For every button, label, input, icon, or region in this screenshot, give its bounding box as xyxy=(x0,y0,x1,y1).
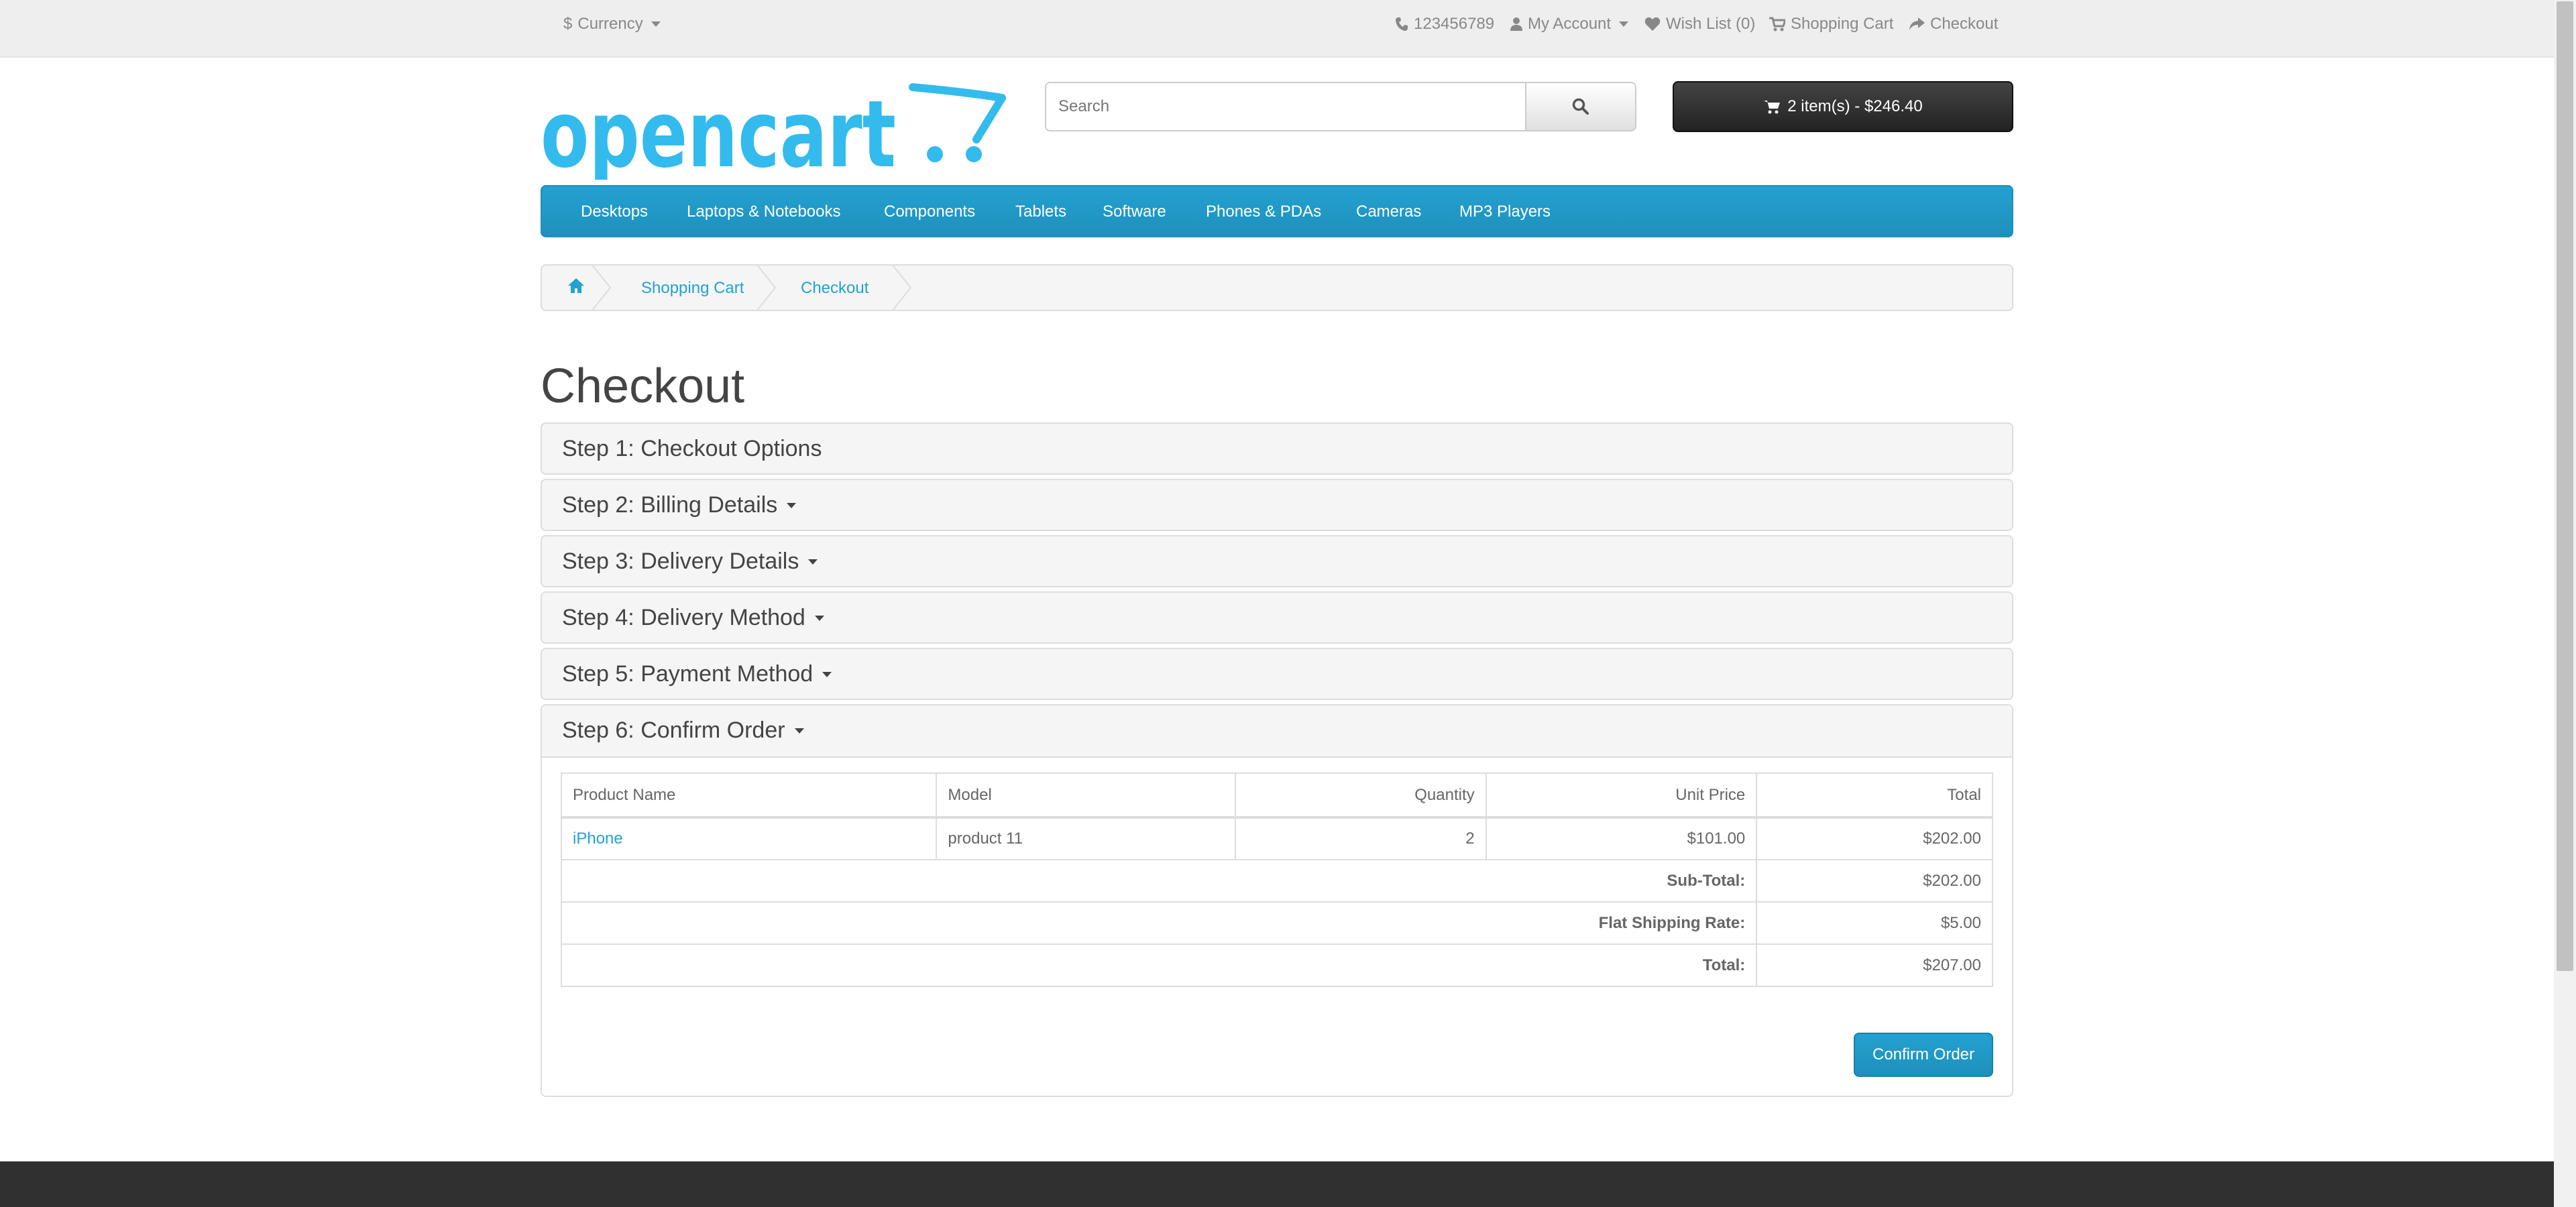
breadcrumb-checkout[interactable]: Checkout xyxy=(801,279,869,298)
currency-dropdown[interactable]: $ Currency xyxy=(563,15,661,34)
cart-button[interactable]: 2 item(s) - $246.40 xyxy=(1673,81,2013,132)
header-unit-price: Unit Price xyxy=(1485,772,1758,819)
currency-symbol: $ xyxy=(563,15,573,33)
breadcrumb-separator xyxy=(592,266,612,310)
heart-icon xyxy=(1644,17,1661,31)
step-3-panel[interactable]: Step 3: Delivery Details xyxy=(541,535,2013,587)
breadcrumb: Shopping Cart Checkout xyxy=(541,264,2013,311)
breadcrumb-separator xyxy=(892,266,912,310)
my-account-label: My Account xyxy=(1528,15,1612,33)
wishlist-link[interactable]: Wish List (0) xyxy=(1644,15,1755,34)
currency-label: Currency xyxy=(577,15,643,33)
home-icon xyxy=(568,278,584,293)
shipping-value: $5.00 xyxy=(1756,901,1993,945)
step-4-panel[interactable]: Step 4: Delivery Method xyxy=(541,591,2013,644)
step-5-panel[interactable]: Step 5: Payment Method xyxy=(541,648,2013,700)
footer xyxy=(0,1161,2554,1207)
scrollbar[interactable] xyxy=(2554,0,2576,1207)
menu-item-software[interactable]: Software xyxy=(1103,203,1166,221)
cart-summary: 2 item(s) - $246.40 xyxy=(1787,97,1923,115)
chevron-down-icon xyxy=(1619,21,1629,27)
chevron-down-icon xyxy=(822,671,832,677)
share-icon xyxy=(1909,17,1925,30)
breadcrumb-separator xyxy=(757,266,777,310)
step-6-header[interactable]: Step 6: Confirm Order xyxy=(542,705,2012,758)
chevron-down-icon xyxy=(794,728,804,734)
my-account-dropdown[interactable]: My Account xyxy=(1510,15,1629,34)
product-unit-price: $101.00 xyxy=(1485,817,1758,860)
breadcrumb-shopping-cart[interactable]: Shopping Cart xyxy=(641,279,744,298)
subtotal-row: Sub-Total: $202.00 xyxy=(560,859,1993,903)
step-2-title: Step 2: Billing Details xyxy=(562,492,778,518)
step-4-title: Step 4: Delivery Method xyxy=(562,605,805,630)
logo-text: opencart xyxy=(541,80,896,180)
phone-icon xyxy=(1396,17,1408,31)
header-quantity: Quantity xyxy=(1234,772,1487,819)
step-5-title: Step 5: Payment Method xyxy=(562,661,814,687)
confirm-order-label: Confirm Order xyxy=(1872,1045,1975,1064)
step-2-panel[interactable]: Step 2: Billing Details xyxy=(541,479,2013,531)
step-6-title: Step 6: Confirm Order xyxy=(562,717,785,743)
logo-graphic: opencart xyxy=(541,80,1006,188)
subtotal-value: $202.00 xyxy=(1756,859,1993,903)
menu-item-mp3-players[interactable]: MP3 Players xyxy=(1459,203,1551,221)
user-icon xyxy=(1510,17,1522,31)
wishlist-label: Wish List (0) xyxy=(1666,15,1756,33)
cart-icon xyxy=(1769,17,1785,32)
shopping-cart-label: Shopping Cart xyxy=(1791,15,1894,33)
header-total: Total xyxy=(1756,772,1993,819)
menu-item-components[interactable]: Components xyxy=(884,203,975,221)
total-label: Total: xyxy=(560,943,1758,987)
subtotal-label: Sub-Total: xyxy=(560,859,1758,903)
page-title: Checkout xyxy=(541,359,745,413)
cart-icon xyxy=(1764,101,1781,114)
menu-item-desktops[interactable]: Desktops xyxy=(581,203,648,221)
product-model: product 11 xyxy=(936,817,1236,860)
product-link[interactable]: iPhone xyxy=(573,829,623,848)
top-bar: $ Currency 123456789 My Account Wish Lis… xyxy=(0,0,2554,58)
table-header-row: Product Name Model Quantity Unit Price T… xyxy=(560,772,1993,819)
shopping-cart-link[interactable]: Shopping Cart xyxy=(1769,15,1893,34)
opencart-logo[interactable]: opencart xyxy=(541,79,1007,188)
phone-link[interactable]: 123456789 xyxy=(1395,15,1494,34)
main-menu: Desktops Laptops & Notebooks Components … xyxy=(541,185,2013,237)
scrollbar-thumb[interactable] xyxy=(2557,1,2573,971)
search-input[interactable] xyxy=(1045,82,1526,131)
header-model: Model xyxy=(936,772,1236,819)
total-row: Total: $207.00 xyxy=(560,943,1993,987)
search-button[interactable] xyxy=(1526,82,1636,131)
header-product-name: Product Name xyxy=(560,772,938,819)
chevron-down-icon xyxy=(814,615,824,621)
checkout-label: Checkout xyxy=(1930,15,1999,33)
chevron-down-icon xyxy=(787,502,797,508)
table-row: iPhone product 11 2 $101.00 $202.00 xyxy=(560,817,1993,860)
product-total: $202.00 xyxy=(1756,817,1993,860)
order-table: Product Name Model Quantity Unit Price T… xyxy=(560,772,1993,987)
shipping-label: Flat Shipping Rate: xyxy=(560,901,1758,945)
menu-item-cameras[interactable]: Cameras xyxy=(1356,203,1421,221)
checkout-link[interactable]: Checkout xyxy=(1909,15,1998,34)
step-1-title: Step 1: Checkout Options xyxy=(562,436,822,461)
search-icon xyxy=(1572,98,1589,115)
menu-item-phones-pdas[interactable]: Phones & PDAs xyxy=(1206,203,1321,221)
breadcrumb-home[interactable] xyxy=(567,278,585,298)
menu-item-laptops-notebooks[interactable]: Laptops & Notebooks xyxy=(687,203,841,221)
menu-item-tablets[interactable]: Tablets xyxy=(1015,203,1066,221)
total-value: $207.00 xyxy=(1756,943,1993,987)
phone-number: 123456789 xyxy=(1414,15,1495,33)
product-quantity: 2 xyxy=(1234,817,1487,860)
step-1-panel[interactable]: Step 1: Checkout Options xyxy=(541,422,2013,475)
confirm-order-button[interactable]: Confirm Order xyxy=(1854,1033,1993,1077)
shipping-row: Flat Shipping Rate: $5.00 xyxy=(560,901,1993,945)
chevron-down-icon xyxy=(808,559,818,565)
step-3-title: Step 3: Delivery Details xyxy=(562,549,799,574)
chevron-down-icon xyxy=(651,21,661,27)
